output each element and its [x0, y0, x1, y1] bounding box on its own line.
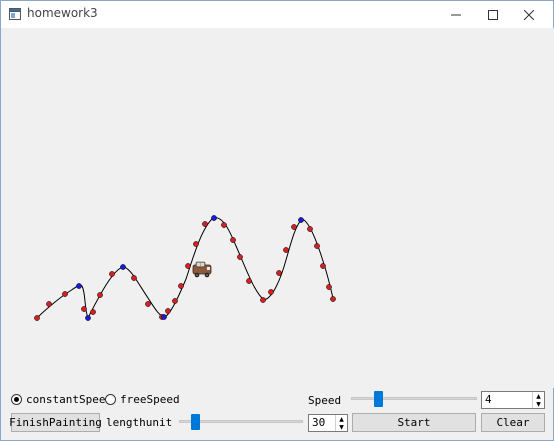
minimize-button[interactable] [436, 1, 476, 28]
title-bar: homework3 [1, 1, 553, 28]
lengthunit-slider[interactable] [179, 414, 303, 430]
curve-point [46, 301, 52, 307]
speed-slider-handle[interactable] [374, 391, 383, 407]
speed-spinbox[interactable]: 4 ▲ ▼ [481, 391, 545, 409]
curve-point-blue [76, 283, 82, 289]
curve-point [178, 283, 184, 289]
start-button[interactable]: Start [352, 413, 476, 432]
maximize-icon [488, 9, 498, 20]
app-window: homework3 constantSpeed freeSpeed Speed … [0, 0, 554, 441]
curve-point [330, 296, 336, 302]
close-button[interactable] [509, 1, 549, 28]
speed-label: Speed [308, 394, 342, 407]
curve-point-blue [120, 264, 126, 270]
app-window-icon [9, 8, 21, 20]
curve-point [283, 247, 289, 253]
minimize-icon [451, 14, 461, 15]
speed-up-arrow-icon[interactable]: ▲ [533, 392, 544, 400]
lengthunit-down-arrow-icon[interactable]: ▼ [336, 423, 347, 431]
clear-button[interactable]: Clear [481, 413, 545, 432]
curve-point [202, 221, 208, 227]
curve-point [268, 289, 274, 295]
curve-point [246, 278, 252, 284]
curve-point [237, 254, 243, 260]
constant-speed-label: constantSpeed [26, 393, 113, 406]
lengthunit-spinbox[interactable]: 30 ▲ ▼ [308, 414, 348, 432]
curve-point-blue [161, 314, 167, 320]
lengthunit-slider-handle[interactable] [191, 414, 200, 430]
curve-point-blue [85, 315, 91, 321]
drawn-curve [36, 217, 334, 320]
curve-point [307, 226, 313, 232]
curve-point [90, 309, 96, 315]
curve-point [221, 222, 227, 228]
curve-point [145, 301, 151, 307]
speed-slider-track [351, 397, 477, 400]
free-speed-radio[interactable]: freeSpeed [105, 393, 180, 406]
curve-point-blue [211, 215, 217, 221]
curve-point [185, 263, 191, 269]
window-title: homework3 [27, 6, 98, 20]
curve-point-blue [298, 217, 304, 223]
car-icon [192, 261, 212, 278]
radio-unselected-icon [105, 394, 116, 405]
curve-point [230, 237, 236, 243]
constant-speed-radio[interactable]: constantSpeed [11, 393, 112, 406]
lengthunit-up-arrow-icon[interactable]: ▲ [336, 415, 347, 423]
curve-point [291, 224, 297, 230]
curve-point [109, 271, 115, 277]
curve-point [97, 292, 103, 298]
curve-point [172, 298, 178, 304]
lengthunit-value: 30 [312, 416, 326, 429]
speed-down-arrow-icon[interactable]: ▼ [533, 400, 544, 408]
curve-points [34, 215, 336, 321]
free-speed-label: freeSpeed [120, 393, 180, 406]
curve-point [314, 243, 320, 249]
radio-selected-icon [11, 394, 22, 405]
curve-point [34, 315, 40, 321]
curve-point [260, 297, 266, 303]
curve-point [131, 275, 137, 281]
curve-point [62, 291, 68, 297]
curve-point [276, 270, 282, 276]
lengthunit-label: lengthunit [106, 416, 173, 429]
curve-point [320, 263, 326, 269]
curve-point [165, 308, 171, 314]
finish-painting-button[interactable]: FinishPainting [9, 413, 102, 432]
curve-point [81, 306, 87, 312]
curve-point [326, 284, 332, 290]
speed-slider[interactable] [351, 391, 477, 407]
drawing-canvas[interactable] [2, 28, 554, 388]
curve-point [193, 241, 199, 247]
speed-value: 4 [485, 393, 492, 406]
close-icon [524, 9, 534, 20]
maximize-button[interactable] [473, 1, 513, 28]
